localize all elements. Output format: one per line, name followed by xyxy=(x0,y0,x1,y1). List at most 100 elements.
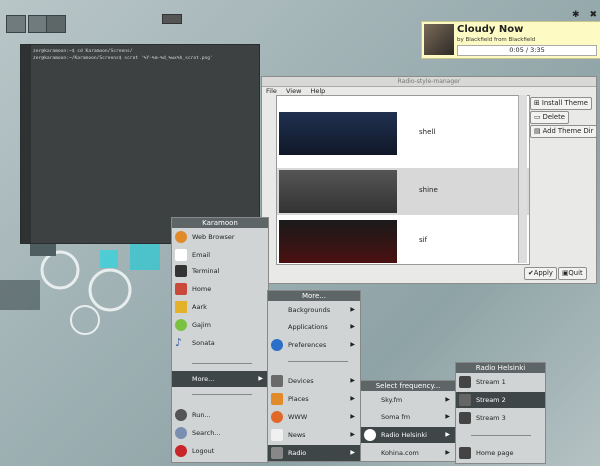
apply-button[interactable]: ✔Apply xyxy=(524,267,557,280)
radio-station-icon xyxy=(364,429,376,441)
menu-item-devices[interactable]: Devices ▶ xyxy=(268,373,360,389)
theme-preview xyxy=(279,112,397,155)
tools-icon xyxy=(175,301,187,313)
menu-item-somafm[interactable]: Soma fm ▶ xyxy=(361,409,455,425)
terminal-output[interactable]: zer@karamoon:~$ cd Karamoon/Screens/zer@… xyxy=(33,48,257,62)
news-icon xyxy=(271,429,283,441)
menu-item-aark[interactable]: Aark xyxy=(172,299,268,315)
menu-item-more[interactable]: More... ▶ xyxy=(172,371,268,387)
pager-icon[interactable] xyxy=(162,14,182,24)
menu-item-label: Sky.fm xyxy=(381,396,403,404)
terminal-line: zer@karamoon:~$ cd Karamoon/Screens/ xyxy=(33,49,133,54)
globe-icon xyxy=(271,411,283,423)
menu-item-home-page[interactable]: Home page xyxy=(456,445,545,461)
terminal-sidebar xyxy=(21,45,31,243)
menu-item-radio[interactable]: Radio ▶ xyxy=(268,445,360,461)
menu-file[interactable]: File xyxy=(266,87,277,95)
menu-item-search[interactable]: Search... xyxy=(172,425,268,441)
chevron-right-icon: ▶ xyxy=(350,377,355,384)
theme-row-shine[interactable]: shine xyxy=(277,168,529,215)
menu-item-kohina[interactable]: Kohina.com ▶ xyxy=(361,445,455,461)
delete-button[interactable]: ▭ Delete xyxy=(530,111,569,124)
menu-item-preferences[interactable]: Preferences ▶ xyxy=(268,337,360,353)
menu-item-label: More... xyxy=(192,375,215,383)
menu-item-stream-3[interactable]: Stream 3 xyxy=(456,410,545,426)
menu-item-home[interactable]: Home xyxy=(172,281,268,297)
menu-item-radio-helsinki[interactable]: Radio Helsinki ▶ xyxy=(361,427,455,443)
file-launcher-icon[interactable] xyxy=(46,15,66,33)
menu-item-run[interactable]: Run... xyxy=(172,407,268,423)
theme-preview xyxy=(279,220,397,263)
folder-icon: ▤ xyxy=(534,127,543,135)
menu-divider xyxy=(471,435,531,436)
menu-item-backgrounds[interactable]: Backgrounds ▶ xyxy=(268,302,360,318)
menu-item-stream-1[interactable]: Stream 1 xyxy=(456,374,545,390)
menu-help[interactable]: Help xyxy=(310,87,325,95)
menu-item-stream-2[interactable]: Stream 2 xyxy=(456,392,545,408)
stream-icon xyxy=(459,394,471,406)
chevron-right-icon: ▶ xyxy=(350,341,355,348)
delete-icon: ▭ xyxy=(534,113,543,121)
tray-icon[interactable]: ✱ xyxy=(572,10,580,20)
add-icon: ⊞ xyxy=(534,99,542,107)
theme-label: shine xyxy=(419,186,438,194)
menu-item-sonata[interactable]: ♪ Sonata xyxy=(172,335,268,351)
radio-style-manager-window[interactable]: Radio-style-manager File View Help shell… xyxy=(261,76,598,284)
quit-label: Quit xyxy=(568,269,583,277)
menu-view[interactable]: View xyxy=(286,87,301,95)
chevron-right-icon: ▶ xyxy=(350,449,355,456)
frequency-submenu[interactable]: Select frequency... Sky.fm ▶ Soma fm ▶ Rad… xyxy=(360,380,456,462)
chevron-right-icon: ▶ xyxy=(350,323,355,330)
list-scrollbar[interactable] xyxy=(518,95,527,263)
email-icon xyxy=(175,249,187,261)
chevron-right-icon: ▶ xyxy=(350,395,355,402)
menu-item-www[interactable]: WWW ▶ xyxy=(268,409,360,425)
theme-row-sif[interactable]: sif xyxy=(277,218,529,264)
theme-list[interactable]: shell shine sif xyxy=(276,95,530,265)
terminal-line: zer@karamoon:~/Karamoon/Screens$ scrot '… xyxy=(33,56,216,61)
menu-item-label: Kohina.com xyxy=(381,449,419,457)
terminal-launcher-icon[interactable] xyxy=(28,15,48,33)
stream-icon xyxy=(459,376,471,388)
theme-preview xyxy=(279,170,397,213)
menu-item-places[interactable]: Places ▶ xyxy=(268,391,360,407)
menu-item-label: Logout xyxy=(192,447,215,455)
menu-item-skyfm[interactable]: Sky.fm ▶ xyxy=(361,392,455,408)
quit-button[interactable]: ▣Quit xyxy=(558,267,587,280)
submenu-title: Radio Helsinki xyxy=(456,363,545,373)
menu-item-label: Devices xyxy=(288,377,314,385)
menu-item-email[interactable]: Email xyxy=(172,247,268,263)
menu-item-gajim[interactable]: Gajim xyxy=(172,317,268,333)
menu-item-logout[interactable]: Logout xyxy=(172,443,268,459)
menu-item-label: Backgrounds xyxy=(288,306,331,314)
theme-row-shell[interactable]: shell xyxy=(277,110,529,157)
home-icon xyxy=(175,283,187,295)
menu-item-label: Soma fm xyxy=(381,413,411,421)
menu-divider xyxy=(192,394,252,395)
chat-icon xyxy=(175,319,187,331)
menu-item-label: WWW xyxy=(288,413,308,421)
menu-item-terminal[interactable]: Terminal xyxy=(172,263,268,279)
menu-item-web-browser[interactable]: Web Browser xyxy=(172,229,268,245)
add-theme-dir-button[interactable]: ▤ Add Theme Dir xyxy=(530,125,598,138)
close-icon[interactable]: ✖ xyxy=(589,10,597,20)
menu-item-applications[interactable]: Applications ▶ xyxy=(268,319,360,335)
install-theme-button[interactable]: ⊞ Install Theme xyxy=(530,97,592,110)
menu-item-label: Home xyxy=(192,285,212,293)
home-page-icon xyxy=(459,447,471,459)
chevron-right-icon: ▶ xyxy=(445,413,450,420)
window-title: Radio-style-manager xyxy=(262,77,596,87)
more-submenu[interactable]: More... Backgrounds ▶ Applications ▶ Prefe… xyxy=(267,290,361,462)
chevron-right-icon: ▶ xyxy=(350,431,355,438)
now-playing-popup[interactable]: Cloudy Now by Blackfield from Blackfield… xyxy=(421,10,600,59)
radio-icon xyxy=(271,447,283,459)
terminal-window[interactable]: zer@karamoon:~$ cd Karamoon/Screens/zer@… xyxy=(20,44,260,244)
main-menu[interactable]: Karamoon Web Browser Email Terminal Home… xyxy=(171,217,269,463)
app-launcher-icon[interactable] xyxy=(6,15,26,33)
submenu-title: More... xyxy=(268,291,360,301)
menu-item-label: Search... xyxy=(192,429,221,437)
radio-helsinki-submenu[interactable]: Radio Helsinki Stream 1 Stream 2 Stream … xyxy=(455,362,546,464)
accessibility-icon xyxy=(271,339,283,351)
menu-item-news[interactable]: News ▶ xyxy=(268,427,360,443)
menu-item-label: Stream 1 xyxy=(476,378,506,386)
